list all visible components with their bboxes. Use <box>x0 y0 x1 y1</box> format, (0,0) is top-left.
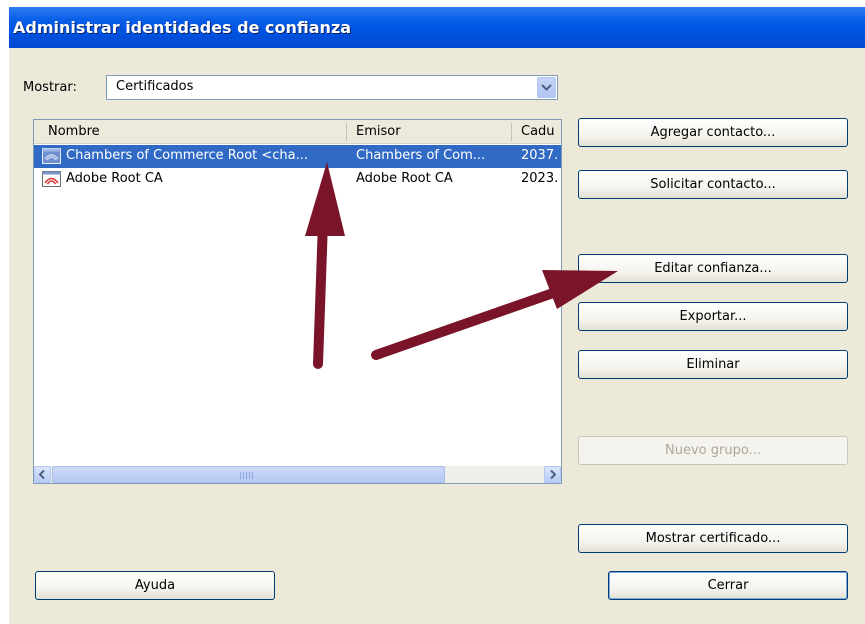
show-dropdown-value: Certificados <box>116 79 194 94</box>
certificate-icon <box>42 148 61 164</box>
scrollbar-thumb[interactable] <box>52 466 445 483</box>
help-button[interactable]: Ayuda <box>35 571 275 600</box>
arrow-left-icon[interactable] <box>34 466 51 483</box>
cert-expiry: 2023. <box>521 171 559 186</box>
cert-issuer: Chambers of Com... <box>356 148 486 163</box>
show-label: Mostrar: <box>23 80 77 95</box>
show-certificate-button[interactable]: Mostrar certificado... <box>578 524 848 553</box>
new-group-button[interactable]: Nuevo grupo... <box>578 436 848 465</box>
column-header-issuer[interactable]: Emisor <box>356 124 401 139</box>
edit-trust-button[interactable]: Editar confianza... <box>578 254 848 283</box>
add-contact-button[interactable]: Agregar contacto... <box>578 118 848 147</box>
request-contact-button[interactable]: Solicitar contacto... <box>578 170 848 199</box>
window-title: Administrar identidades de confianza <box>13 18 352 37</box>
horizontal-scrollbar[interactable] <box>34 466 561 483</box>
cert-expiry: 2037. <box>521 148 559 163</box>
title-bar: Administrar identidades de confianza <box>9 7 865 48</box>
export-button[interactable]: Exportar... <box>578 302 848 331</box>
show-dropdown[interactable]: Certificados <box>106 75 558 100</box>
certificate-list[interactable]: Nombre Emisor Cadu Chambers of Commerce … <box>33 119 562 484</box>
column-header-expiry[interactable]: Cadu <box>521 124 561 139</box>
column-divider[interactable] <box>346 123 347 141</box>
arrow-right-icon[interactable] <box>544 466 561 483</box>
list-header: Nombre Emisor Cadu <box>34 120 561 144</box>
close-button[interactable]: Cerrar <box>608 571 848 600</box>
column-header-name[interactable]: Nombre <box>48 124 100 139</box>
cert-name: Chambers of Commerce Root <cha... <box>66 148 309 163</box>
list-row[interactable]: Adobe Root CA Adobe Root CA 2023. <box>34 168 561 191</box>
dialog-window: Administrar identidades de confianza Mos… <box>9 7 865 624</box>
column-divider[interactable] <box>511 123 512 141</box>
chevron-down-icon[interactable] <box>537 77 556 98</box>
grip-icon <box>240 472 254 479</box>
cert-issuer: Adobe Root CA <box>356 171 453 186</box>
delete-button[interactable]: Eliminar <box>578 350 848 379</box>
cert-name: Adobe Root CA <box>66 171 163 186</box>
certificate-icon <box>42 171 61 187</box>
list-row[interactable]: Chambers of Commerce Root <cha... Chambe… <box>34 145 561 168</box>
